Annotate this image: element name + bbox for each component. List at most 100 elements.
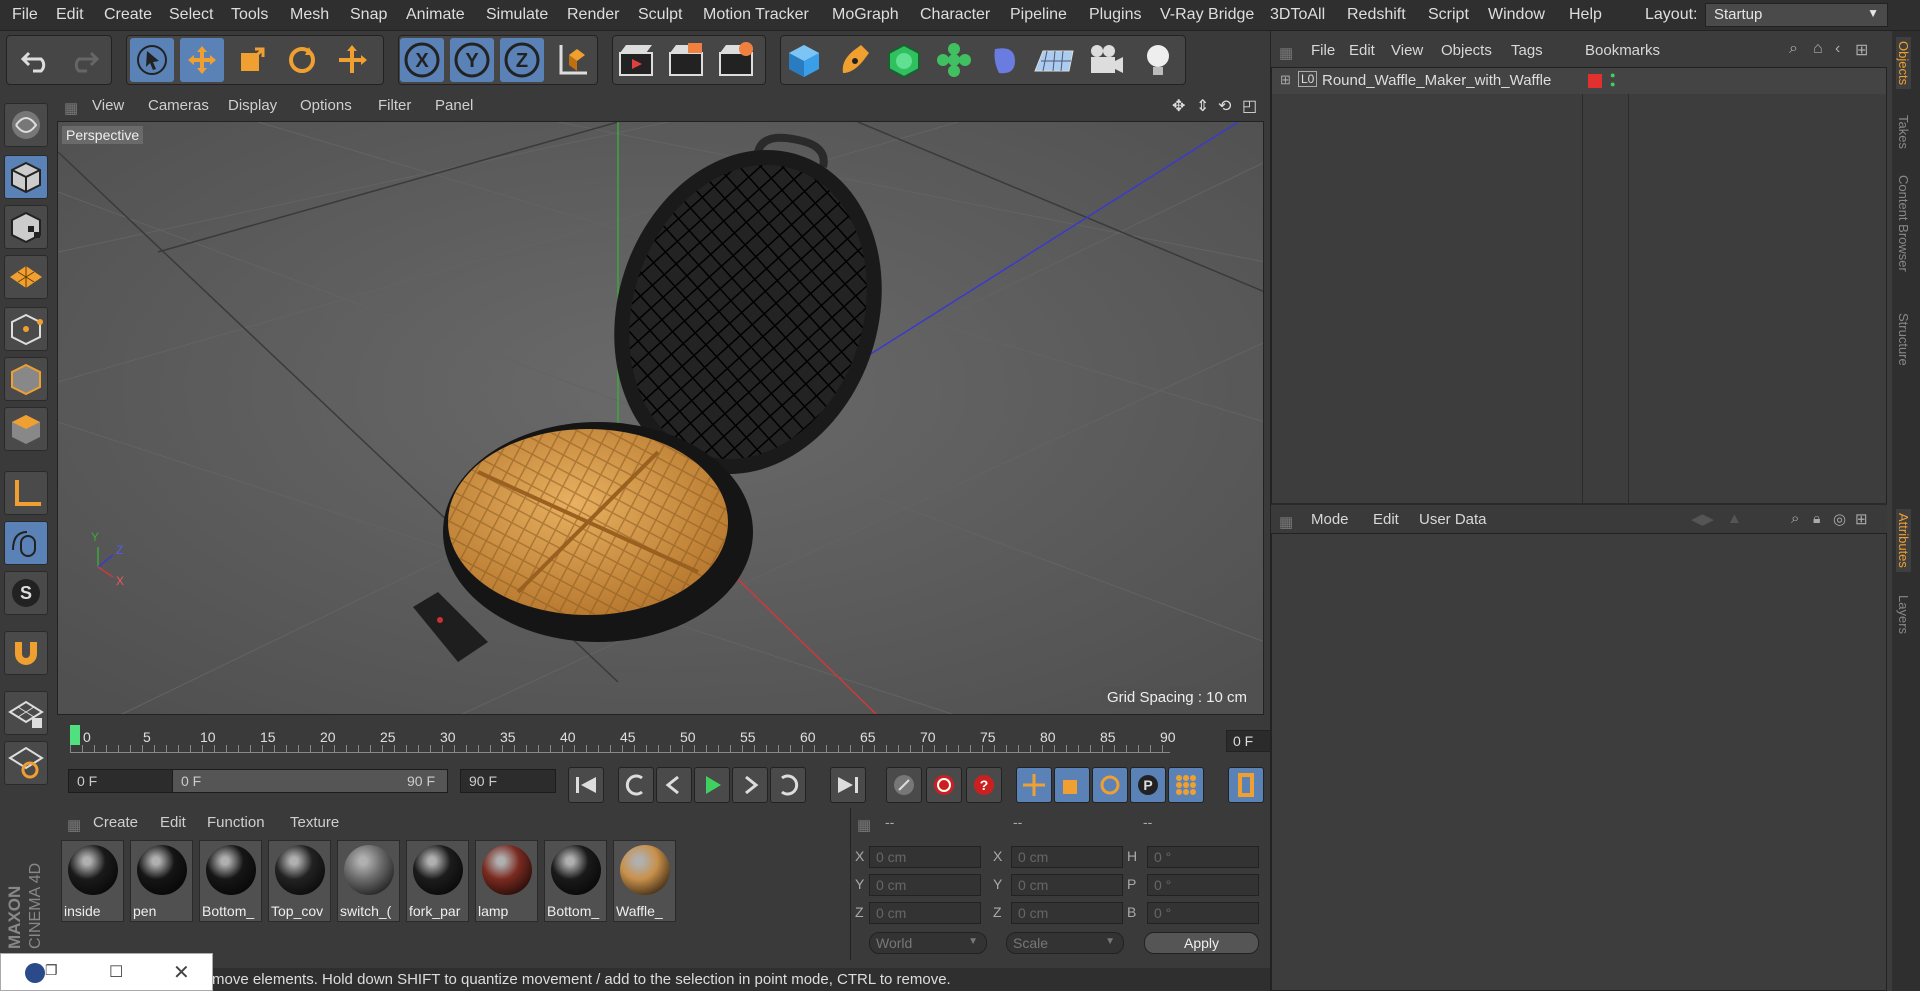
texture-mode-icon[interactable] bbox=[4, 205, 48, 249]
attribute-menu-mode[interactable]: Mode bbox=[1311, 511, 1349, 528]
target-icon[interactable]: ◎ bbox=[1833, 510, 1846, 528]
previous-frame-icon[interactable] bbox=[656, 767, 692, 803]
material-swatch[interactable]: Bottom_ bbox=[199, 840, 262, 922]
material-menu-edit[interactable]: Edit bbox=[160, 814, 186, 831]
material-menu-create[interactable]: Create bbox=[93, 814, 138, 831]
search-icon[interactable]: ⌕ bbox=[1789, 40, 1798, 58]
render-settings-icon[interactable] bbox=[714, 38, 758, 82]
object-menu-bookmarks[interactable]: Bookmarks bbox=[1585, 42, 1660, 59]
coord-field[interactable]: 0 cm bbox=[869, 846, 981, 868]
new-panel-icon[interactable]: ⊞ bbox=[1855, 510, 1868, 528]
object-menu-file[interactable]: File bbox=[1311, 42, 1335, 59]
coord-field[interactable]: 0 cm bbox=[1011, 846, 1123, 868]
grid-lock-icon[interactable] bbox=[4, 691, 48, 735]
select-cursor-icon[interactable] bbox=[130, 38, 174, 82]
viewport-menu-options[interactable]: Options bbox=[300, 97, 352, 114]
z-axis-toggle[interactable]: Z bbox=[500, 38, 544, 82]
autokey-icon[interactable] bbox=[926, 767, 962, 803]
menu-script[interactable]: Script bbox=[1428, 6, 1469, 24]
drag-handle-icon[interactable]: ▦ bbox=[67, 816, 81, 834]
pen-icon[interactable] bbox=[832, 38, 876, 82]
search-icon[interactable]: ⌕ bbox=[1791, 510, 1799, 527]
coord-field[interactable]: 0 ° bbox=[1147, 902, 1259, 924]
model-mode-icon[interactable] bbox=[4, 155, 48, 199]
coord-field[interactable]: 0 ° bbox=[1147, 846, 1259, 868]
3d-viewport[interactable]: Y Z X Perspective Grid Spacing : 10 cm bbox=[57, 121, 1264, 715]
redo-icon[interactable] bbox=[62, 38, 106, 82]
home-icon[interactable]: ⌂ bbox=[1813, 40, 1823, 58]
maximize-view-icon[interactable]: ◰ bbox=[1242, 96, 1257, 116]
cube-icon[interactable] bbox=[782, 38, 826, 82]
tab-takes[interactable]: Takes bbox=[1896, 115, 1911, 149]
viewport-menu-display[interactable]: Display bbox=[228, 97, 277, 114]
back-arrow-icon[interactable]: ◀▶ bbox=[1691, 510, 1714, 528]
move-icon[interactable] bbox=[180, 38, 224, 82]
viewport-menu-panel[interactable]: Panel bbox=[435, 97, 473, 114]
material-swatch[interactable]: inside bbox=[61, 840, 124, 922]
rotate-icon[interactable] bbox=[280, 38, 324, 82]
end-frame-field[interactable]: 90 F bbox=[460, 769, 556, 793]
magnet-icon[interactable] bbox=[4, 631, 48, 675]
viewport-menu-view[interactable]: View bbox=[92, 97, 124, 114]
key-scale-icon[interactable] bbox=[1054, 767, 1090, 803]
coord-field[interactable]: 0 cm bbox=[1011, 874, 1123, 896]
material-swatch[interactable]: lamp bbox=[475, 840, 538, 922]
key-parameter-icon[interactable]: P bbox=[1130, 767, 1166, 803]
snap-s-icon[interactable]: S bbox=[4, 571, 48, 615]
tab-structure[interactable]: Structure bbox=[1896, 313, 1911, 366]
material-swatch[interactable]: pen bbox=[130, 840, 193, 922]
material-swatch[interactable]: Bottom_ bbox=[544, 840, 607, 922]
coordinate-system-icon[interactable] bbox=[550, 38, 594, 82]
coord-field[interactable]: 0 cm bbox=[869, 874, 981, 896]
menu-edit[interactable]: Edit bbox=[56, 6, 84, 24]
deformer-icon[interactable] bbox=[982, 38, 1026, 82]
next-frame-icon[interactable] bbox=[732, 767, 768, 803]
attribute-menu-user-data[interactable]: User Data bbox=[1419, 511, 1487, 528]
tab-layers[interactable]: Layers bbox=[1896, 595, 1911, 634]
material-menu-function[interactable]: Function bbox=[207, 814, 265, 831]
menu-character[interactable]: Character bbox=[920, 6, 990, 24]
menu-sculpt[interactable]: Sculpt bbox=[638, 6, 682, 24]
menu-snap[interactable]: Snap bbox=[350, 6, 387, 24]
menu-mesh[interactable]: Mesh bbox=[290, 6, 329, 24]
render-picture-viewer-icon[interactable] bbox=[664, 38, 708, 82]
restore-icon[interactable]: ❐ bbox=[45, 962, 58, 979]
frame-range-slider[interactable]: 0 F 90 F bbox=[172, 769, 448, 793]
drag-handle-icon[interactable]: ▦ bbox=[1279, 513, 1293, 531]
close-icon[interactable]: ✕ bbox=[173, 960, 190, 985]
go-to-start-icon[interactable] bbox=[568, 767, 604, 803]
scale-icon[interactable] bbox=[230, 38, 274, 82]
coordinate-space-select[interactable]: World ▼ bbox=[869, 932, 987, 954]
floor-icon[interactable] bbox=[1032, 38, 1076, 82]
attribute-menu-edit[interactable]: Edit bbox=[1373, 511, 1399, 528]
timeline-window-icon[interactable] bbox=[1228, 767, 1264, 803]
timeline[interactable]: 0 5 10 15 20 25 30 35 40 45 50 55 60 65 … bbox=[52, 720, 1316, 762]
menu-simulate[interactable]: Simulate bbox=[486, 6, 548, 24]
menu-redshift[interactable]: Redshift bbox=[1347, 6, 1406, 24]
object-row[interactable]: ⊞ L0 Round_Waffle_Maker_with_Waffle ● ● bbox=[1272, 68, 1886, 94]
menu-pipeline[interactable]: Pipeline bbox=[1010, 6, 1067, 24]
menu-window[interactable]: Window bbox=[1488, 6, 1545, 24]
apply-button[interactable]: Apply bbox=[1144, 932, 1259, 954]
pan-icon[interactable]: ✥ bbox=[1172, 96, 1185, 116]
undo-icon[interactable] bbox=[14, 38, 58, 82]
grid-rotate-icon[interactable] bbox=[4, 741, 48, 785]
render-view-icon[interactable] bbox=[614, 38, 658, 82]
dolly-icon[interactable]: ⇕ bbox=[1196, 96, 1209, 116]
menu-render[interactable]: Render bbox=[567, 6, 619, 24]
material-swatch[interactable]: Top_cov bbox=[268, 840, 331, 922]
menu-help[interactable]: Help bbox=[1569, 6, 1602, 24]
tweak-mode-icon[interactable] bbox=[4, 521, 48, 565]
object-menu-view[interactable]: View bbox=[1391, 42, 1423, 59]
up-arrow-icon[interactable]: ▲ bbox=[1727, 510, 1742, 527]
coord-field[interactable]: 0 cm bbox=[1011, 902, 1123, 924]
play-icon[interactable] bbox=[694, 767, 730, 803]
menu-select[interactable]: Select bbox=[169, 6, 213, 24]
object-name[interactable]: Round_Waffle_Maker_with_Waffle bbox=[1322, 72, 1551, 89]
app-icon[interactable] bbox=[25, 963, 45, 983]
next-key-icon[interactable] bbox=[770, 767, 806, 803]
menu-animate[interactable]: Animate bbox=[406, 6, 465, 24]
key-point-level-icon[interactable] bbox=[1168, 767, 1204, 803]
viewport-menu-cameras[interactable]: Cameras bbox=[148, 97, 209, 114]
menu-tools[interactable]: Tools bbox=[231, 6, 268, 24]
